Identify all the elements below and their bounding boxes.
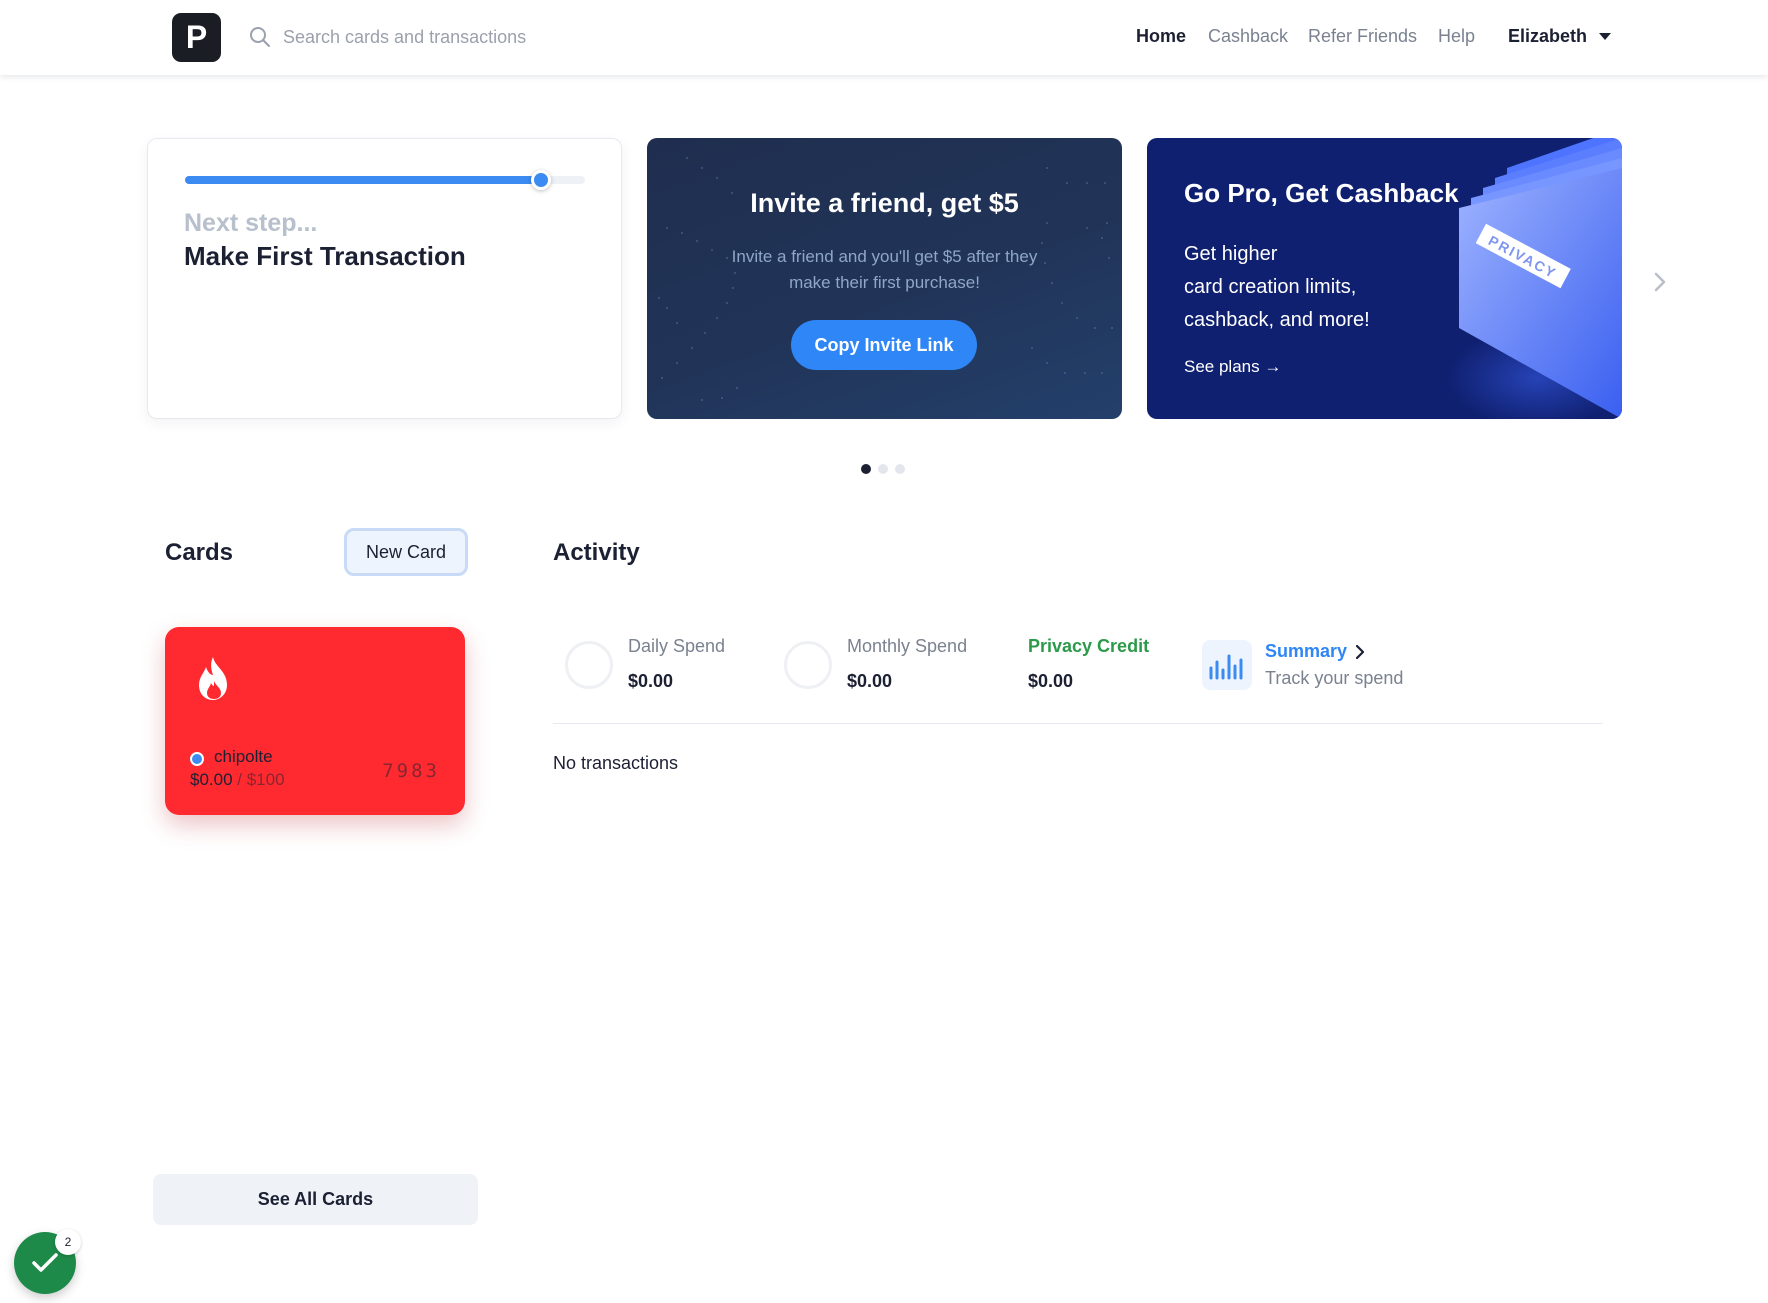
- privacy-cards-illustration: PRIVACY: [1447, 138, 1622, 419]
- user-name: Elizabeth: [1508, 26, 1588, 46]
- monthly-spend-value: $0.00: [847, 671, 893, 691]
- card-last-four: 7983: [382, 760, 440, 782]
- carousel-dot[interactable]: [861, 464, 871, 474]
- card-spend: $0.00 / $100: [190, 770, 285, 790]
- chevron-right-icon[interactable]: [1652, 270, 1668, 294]
- invite-description: Invite a friend and you'll get $5 after …: [731, 247, 1038, 292]
- summary-subtitle: Track your spend: [1265, 668, 1404, 688]
- pro-description-line: Get higher: [1184, 243, 1278, 265]
- daily-spend-value: $0.00: [628, 671, 674, 691]
- daily-spend-label: Daily Spend: [628, 636, 726, 656]
- privacy-credit-value: $0.00: [1028, 671, 1074, 691]
- activity-divider: [553, 723, 1603, 724]
- cards-heading: Cards: [165, 539, 234, 566]
- invite-friend-card: Invite a friend, get $5 Invite a friend …: [647, 138, 1122, 419]
- monthly-spend-ring: [784, 641, 832, 689]
- carousel-dot[interactable]: [878, 464, 888, 474]
- progress-bar: [185, 170, 585, 190]
- search-input[interactable]: [283, 22, 703, 52]
- nav-home[interactable]: Home: [1136, 26, 1186, 47]
- summary-link[interactable]: Summary: [1265, 641, 1365, 662]
- search-icon: [250, 27, 270, 47]
- activity-heading: Activity: [553, 539, 640, 566]
- invite-title: Invite a friend, get $5: [750, 188, 1019, 218]
- progress-knob: [531, 170, 551, 190]
- empty-transactions-message: No transactions: [553, 753, 679, 773]
- pro-description: Get higher card creation limits, cashbac…: [1184, 238, 1444, 337]
- user-menu[interactable]: Elizabeth: [1508, 26, 1612, 47]
- see-plans-link[interactable]: See plans →: [1184, 357, 1281, 377]
- nav-help[interactable]: Help: [1438, 26, 1475, 47]
- pro-description-line: card creation limits,: [1184, 276, 1357, 298]
- checkmark-icon: [32, 1253, 58, 1272]
- top-navigation-bar: P Home Cashback Refer Friends Help Eliza…: [0, 0, 1768, 75]
- privacy-credit-label: Privacy Credit: [1028, 636, 1150, 656]
- carousel-pagination: [861, 464, 905, 474]
- summary-label: Summary: [1265, 641, 1348, 661]
- next-step-card: Next step... Make First Transaction: [147, 138, 622, 419]
- nav-refer-friends[interactable]: Refer Friends: [1308, 26, 1417, 47]
- nav-cashback[interactable]: Cashback: [1208, 26, 1288, 47]
- virtual-card[interactable]: chipolte $0.00 / $100 7983: [165, 627, 465, 815]
- chevron-down-icon: [1599, 33, 1612, 40]
- card-name: chipolte: [214, 747, 273, 766]
- see-all-cards-button[interactable]: See All Cards: [153, 1174, 478, 1225]
- pro-title: Go Pro, Get Cashback: [1184, 178, 1459, 208]
- card-status-dot: [190, 752, 204, 766]
- chevron-right-icon: [1355, 644, 1365, 659]
- pro-description-line: cashback, and more!: [1184, 309, 1370, 331]
- bar-chart-icon[interactable]: [1202, 640, 1252, 690]
- go-pro-card[interactable]: Go Pro, Get Cashback Get higher card cre…: [1147, 138, 1622, 419]
- notification-badge: 2: [55, 1229, 81, 1255]
- daily-spend-ring: [565, 641, 613, 689]
- card-spent-amount: $0.00: [190, 770, 233, 789]
- next-step-title: Make First Transaction: [184, 241, 466, 271]
- new-card-button[interactable]: New Card: [344, 528, 468, 576]
- monthly-spend-label: Monthly Spend: [847, 636, 968, 656]
- progress-fill: [185, 176, 541, 184]
- carousel-dot[interactable]: [895, 464, 905, 474]
- copy-invite-link-button[interactable]: Copy Invite Link: [791, 320, 977, 370]
- next-step-eyebrow: Next step...: [184, 209, 318, 237]
- flame-icon: [199, 657, 227, 700]
- card-limit: / $100: [237, 770, 285, 789]
- privacy-logo[interactable]: P: [172, 13, 221, 62]
